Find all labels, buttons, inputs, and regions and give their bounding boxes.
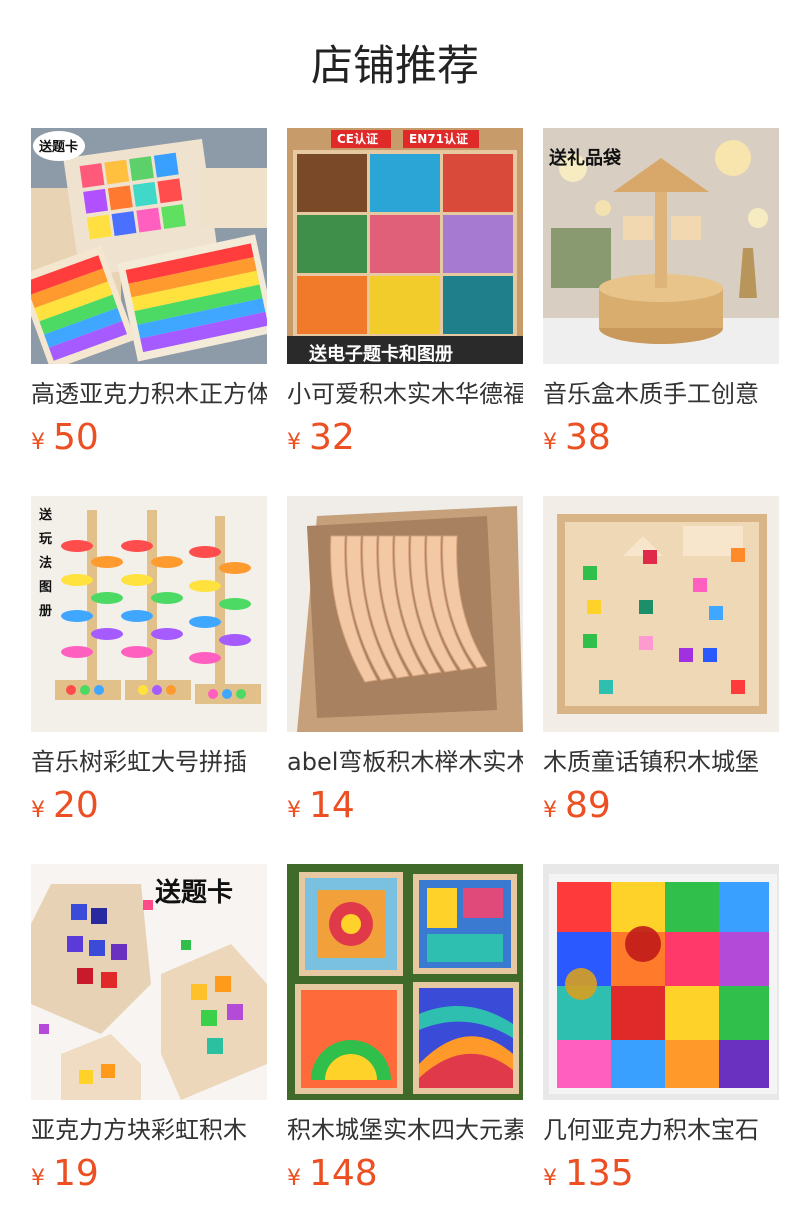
currency-symbol: ¥ [543,430,557,455]
product-price: ¥50 [31,416,267,460]
promo-badge: 送题卡 [155,878,234,908]
product-name[interactable]: 木质童话镇积木城堡 [543,746,779,778]
product-price: ¥14 [287,784,523,828]
product-price: ¥38 [543,416,779,460]
product-price: ¥19 [31,1152,267,1196]
wooden-castle-puzzle-icon [543,496,779,732]
currency-symbol: ¥ [543,798,557,823]
product-card[interactable]: abel弯板积木榉木实木 ¥14 [287,496,523,828]
price-value: 32 [309,417,355,458]
product-card[interactable]: 积木城堡实木四大元素 ¥148 [287,864,523,1196]
price-value: 135 [565,1153,634,1194]
product-image[interactable] [287,864,523,1100]
product-card[interactable]: 木质童话镇积木城堡 ¥89 [543,496,779,828]
price-value: 89 [565,785,611,826]
price-value: 19 [53,1153,99,1194]
product-name[interactable]: 小可爱积木实木华德福 [287,378,523,410]
promo-badge: 送电子题卡和图册 [309,344,453,364]
product-image[interactable] [287,496,523,732]
product-price: ¥148 [287,1152,523,1196]
en71-certification-badge: EN71认证 [409,132,468,146]
product-card[interactable]: 送题卡 亚克力方块彩虹积木 ¥19 [31,864,267,1196]
rainbow-block-boards-icon [287,864,523,1100]
product-image[interactable] [543,496,779,732]
product-name[interactable]: 几何亚克力积木宝石 [543,1114,779,1146]
product-image[interactable]: 送题卡 [31,128,267,364]
product-name[interactable]: 亚克力方块彩虹积木 [31,1114,267,1146]
product-name[interactable]: 积木城堡实木四大元素 [287,1114,523,1146]
product-card[interactable]: 送题卡 高透亚克力积木正方体 ¥50 [31,128,267,460]
product-name[interactable]: 高透亚克力积木正方体 [31,378,267,410]
price-value: 38 [565,417,611,458]
price-value: 14 [309,785,355,826]
product-card[interactable]: 几何亚克力积木宝石 ¥135 [543,864,779,1196]
product-card[interactable]: 送礼品袋 音乐盒木质手工创意 ¥38 [543,128,779,460]
price-value: 148 [309,1153,378,1194]
product-image[interactable]: 送礼品袋 [543,128,779,364]
acrylic-cube-blocks-icon [31,128,267,364]
currency-symbol: ¥ [287,1166,301,1191]
promo-badge: 送题卡 [39,140,79,155]
currency-symbol: ¥ [543,1166,557,1191]
geometric-acrylic-gems-icon [543,864,779,1100]
currency-symbol: ¥ [31,798,45,823]
product-price: ¥89 [543,784,779,828]
currency-symbol: ¥ [31,1166,45,1191]
product-card[interactable]: 送玩法图册 音乐树彩虹大号拼插 ¥20 [31,496,267,828]
product-name[interactable]: 音乐盒木质手工创意 [543,378,779,410]
price-value: 50 [53,417,99,458]
product-image[interactable]: 送玩法图册 [31,496,267,732]
product-price: ¥135 [543,1152,779,1196]
ce-certification-badge: CE认证 [337,132,379,146]
product-name[interactable]: abel弯板积木榉木实木 [287,746,523,778]
music-tree-toy-icon [31,496,267,732]
currency-symbol: ¥ [287,430,301,455]
product-image[interactable]: 送题卡 [31,864,267,1100]
currency-symbol: ¥ [31,430,45,455]
wooden-cone-pieces-icon [287,128,523,364]
product-name[interactable]: 音乐树彩虹大号拼插 [31,746,267,778]
product-card[interactable]: CE认证 EN71认证 送电子题卡和图册 小可爱积木实木华德福 ¥32 [287,128,523,460]
product-price: ¥20 [31,784,267,828]
promo-badge: 送礼品袋 [549,148,621,169]
currency-symbol: ¥ [287,798,301,823]
curved-wood-boards-icon [287,496,523,732]
price-value: 20 [53,785,99,826]
product-image[interactable]: CE认证 EN71认证 送电子题卡和图册 [287,128,523,364]
product-price: ¥32 [287,416,523,460]
page-title: 店铺推荐 [310,41,479,90]
promo-badge: 送玩法图册 [39,508,53,619]
product-image[interactable] [543,864,779,1100]
